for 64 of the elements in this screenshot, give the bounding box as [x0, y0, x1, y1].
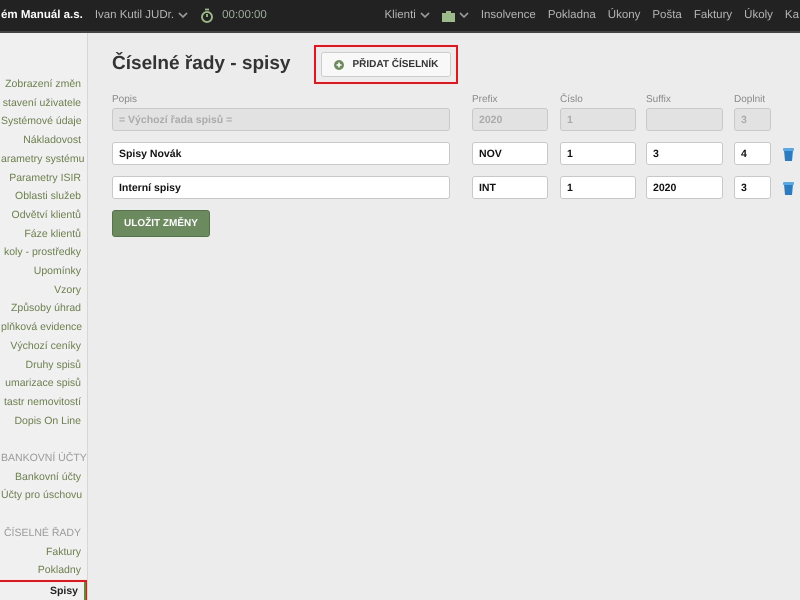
column-label: Doplnit [734, 93, 766, 107]
sidebar-item[interactable]: koly - prostředky [0, 243, 87, 262]
input-field[interactable]: Spisy Novák [112, 142, 450, 165]
caret-icon [420, 12, 430, 19]
sidebar-item[interactable]: Účty pro úschovu [0, 486, 87, 506]
sidebar-item[interactable]: Dopis On Line [0, 412, 87, 430]
input-field[interactable]: 2020 [646, 176, 723, 199]
briefcase-icon [442, 10, 455, 22]
column-label: Suffix [646, 93, 672, 107]
input-field[interactable]: 4 [734, 142, 771, 165]
sidebar-item[interactable]: Systémové údaje [0, 112, 87, 132]
page-title: Číselné řady - spisy [112, 51, 290, 76]
input-field[interactable]: Interní spisy [112, 176, 450, 199]
input-field[interactable]: 1 [560, 142, 636, 165]
nav-link[interactable]: Insolvence [480, 6, 536, 24]
plus-circle-icon [334, 60, 344, 70]
sidebar-item[interactable]: umarizace spisů [0, 374, 87, 393]
nav-link[interactable]: Úkony [608, 6, 640, 24]
sidebar-item[interactable]: Způsoby úhrad [0, 299, 87, 318]
stopwatch-icon [200, 8, 214, 23]
nav-link[interactable]: Pošta [652, 6, 682, 24]
sidebar-item[interactable]: Parametry ISIR [0, 168, 87, 188]
sidebar-item[interactable]: Vzory [0, 280, 87, 300]
nav-link[interactable]: Pokladna [548, 6, 596, 24]
sidebar-item[interactable]: tastr nemovitostí [0, 392, 87, 412]
sidebar-item[interactable]: Zobrazení změn [0, 75, 87, 94]
nav-link[interactable]: Faktury [694, 6, 732, 24]
sidebar-item[interactable]: Výchozí ceníky [0, 336, 87, 356]
sidebar-item[interactable]: Upomínky [0, 262, 87, 281]
input-field[interactable]: INT [472, 176, 548, 199]
nav-link[interactable]: Ka [784, 6, 799, 24]
sidebar-item[interactable]: Nákladovost [0, 131, 87, 150]
trash-bin-icon [783, 146, 794, 160]
sidebar-item[interactable]: arametry systému [0, 150, 87, 169]
input-field[interactable]: NOV [472, 142, 548, 165]
save-button[interactable]: ULOŽIT ZMĚNY [112, 210, 210, 237]
sidebar-item[interactable]: Odvětví klientů [0, 206, 87, 225]
sidebar-item[interactable]: Spisy [0, 582, 86, 600]
column-label: Prefix [472, 93, 499, 107]
sidebar-item[interactable]: Pokladny [0, 561, 87, 580]
sidebar-item[interactable]: stavení uživatele [0, 94, 87, 112]
caret-icon [458, 12, 469, 19]
user-menu[interactable]: Ivan Kutil JUDr. [94, 6, 188, 24]
trash-bin-icon [783, 180, 794, 194]
section-heading: ČÍSELNÉ ŘADY [2, 526, 82, 541]
sidebar-item[interactable]: Faktury [0, 542, 87, 562]
briefcase-dropdown[interactable] [442, 10, 469, 22]
input-field[interactable]: 1 [560, 176, 636, 199]
caret-icon [178, 12, 188, 19]
section-heading: BANKOVNÍ ÚČTY [0, 450, 87, 466]
add-button[interactable]: PŘIDAT ČÍSELNÍK [321, 52, 452, 77]
column-label: Popis [112, 93, 138, 107]
input-field[interactable]: 3 [734, 176, 771, 199]
nav-link[interactable]: Úkoly [744, 6, 773, 24]
input-field[interactable]: 3 [646, 142, 723, 165]
nav-dropdown[interactable]: Klienti [384, 6, 430, 24]
sidebar-item[interactable]: plňková evidence [0, 318, 87, 337]
timer-text: 00:00:00 [222, 8, 267, 23]
brand-name[interactable]: ém Manuál a.s. [1, 6, 83, 24]
sidebar-item[interactable]: Fáze klientů [0, 224, 87, 244]
sidebar-item[interactable]: Bankovní účty [0, 468, 87, 486]
sidebar-item[interactable]: Druhy spisů [0, 356, 87, 374]
column-label: Číslo [560, 92, 584, 107]
sidebar-item[interactable]: Oblasti služeb [0, 187, 87, 206]
